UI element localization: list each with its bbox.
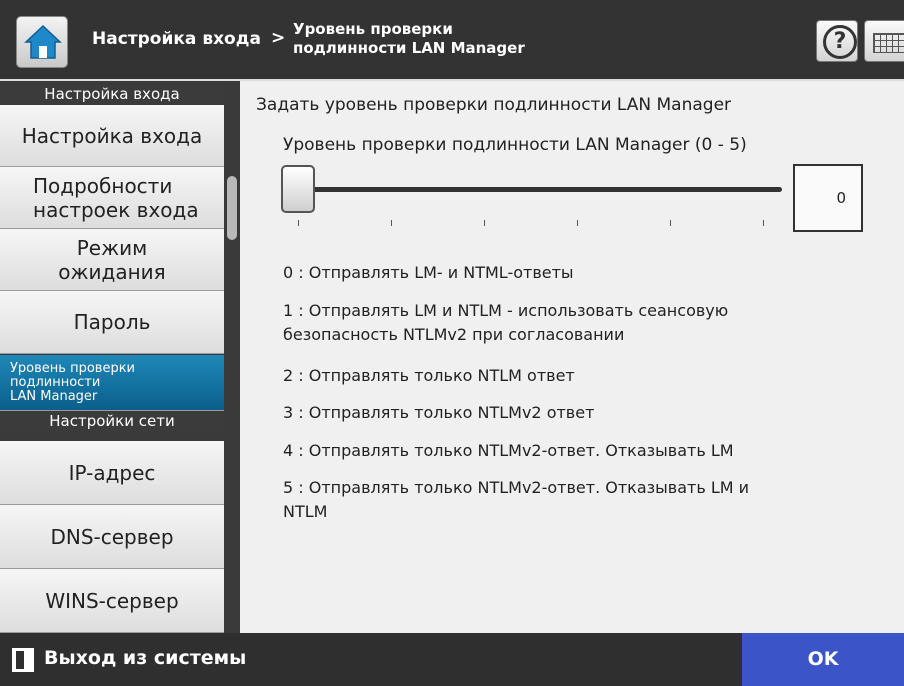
sidebar-item-ip-address[interactable]: IP-адрес [0, 441, 224, 505]
sidebar-item-standby[interactable]: Режим ожидания [0, 229, 224, 291]
sidebar-scrollbar[interactable] [227, 176, 237, 240]
page-title: Уровень проверки подлинности LAN Manager [293, 20, 593, 58]
sidebar-item-label-line2: настроек входа [33, 197, 199, 222]
slider-tick [763, 220, 764, 226]
sidebar-item-label: DNS-сервер [50, 524, 174, 549]
keyboard-button[interactable] [864, 20, 904, 62]
page-title-line2: подлинности LAN Manager [293, 39, 525, 57]
option-1-line2: безопасность NTLMv2 при согласовании [283, 325, 625, 344]
footer-bar: Выход из системы OK [0, 633, 904, 686]
help-icon: ? [823, 25, 857, 59]
sidebar-item-label-line1: Подробности [33, 173, 173, 198]
slider-value-field[interactable]: 0 [793, 164, 863, 232]
sidebar-item-label-line3: LAN Manager [10, 388, 98, 404]
option-1: 1 : Отправлять LM и NTLM - использовать … [283, 299, 843, 347]
slider-tick [298, 220, 299, 226]
option-5: 5 : Отправлять только NTLMv2-ответ. Отка… [283, 476, 843, 524]
logout-icon [12, 648, 34, 672]
option-2: 2 : Отправлять только NTLM ответ [283, 366, 575, 385]
sidebar-item-login-details[interactable]: Подробности настроек входа [0, 167, 224, 229]
sidebar-item-label: Настройка входа [21, 123, 203, 148]
slider-thumb[interactable] [281, 165, 315, 213]
breadcrumb-parent: Настройка входа [92, 29, 261, 49]
slider-tick [577, 220, 578, 226]
slider-track[interactable] [298, 187, 782, 192]
slider-tick [670, 220, 671, 226]
keyboard-icon [873, 33, 904, 53]
sidebar-item-dns-server[interactable]: DNS-сервер [0, 505, 224, 569]
sidebar-section-network: Настройки сети [0, 411, 224, 431]
option-4: 4 : Отправлять только NTLMv2-ответ. Отка… [283, 441, 734, 460]
sidebar-item-label: WINS-сервер [45, 588, 179, 613]
logout-button[interactable]: Выход из системы [0, 633, 304, 686]
screen: Настройка входа > Уровень проверки подли… [0, 0, 904, 686]
sidebar-item-wins-server[interactable]: WINS-сервер [0, 569, 224, 633]
slider-label: Уровень проверки подлинности LAN Manager… [283, 135, 747, 155]
option-1-line1: 1 : Отправлять LM и NTLM - использовать … [283, 301, 729, 320]
sidebar-item-label: Режим ожидания [58, 236, 165, 284]
main-panel: Задать уровень проверки подлинности LAN … [240, 81, 904, 633]
ok-button[interactable]: OK [742, 633, 904, 686]
sidebar-item-label-line1: Уровень проверки [10, 360, 135, 376]
option-5-line2: NTLM [283, 502, 328, 521]
sidebar: Настройка входа Настройка входа Подробно… [0, 81, 240, 633]
option-5-line1: 5 : Отправлять только NTLMv2-ответ. Отка… [283, 478, 750, 497]
breadcrumb-separator: > [271, 28, 286, 48]
sidebar-item-label: Уровень проверки подлинности LAN Manager [10, 360, 135, 404]
group-title: Задать уровень проверки подлинности LAN … [256, 95, 732, 115]
sidebar-item-label: Подробности настроек входа [33, 174, 199, 222]
option-3: 3 : Отправлять только NTLMv2 ответ [283, 403, 595, 422]
sidebar-item-label: IP-адрес [68, 460, 156, 485]
header-bar: Настройка входа > Уровень проверки подли… [0, 0, 904, 81]
sidebar-item-lan-manager[interactable]: Уровень проверки подлинности LAN Manager [0, 355, 224, 411]
logout-label: Выход из системы [44, 647, 247, 669]
sidebar-item-label: Пароль [73, 310, 151, 334]
slider-tick [391, 220, 392, 226]
home-button[interactable] [16, 16, 68, 68]
page-title-line1: Уровень проверки [293, 20, 453, 38]
option-0: 0 : Отправлять LM- и NTML-ответы [283, 263, 574, 282]
sidebar-section-login: Настройка входа [0, 84, 224, 104]
sidebar-item-login-setup[interactable]: Настройка входа [0, 105, 224, 167]
help-button[interactable]: ? [816, 20, 858, 62]
sidebar-item-label-line2: подлинности [10, 374, 101, 390]
slider-tick [484, 220, 485, 226]
sidebar-item-password[interactable]: Пароль [0, 291, 224, 354]
sidebar-item-label-line1: Режим [76, 235, 148, 260]
sidebar-item-label-line2: ожидания [58, 259, 166, 284]
